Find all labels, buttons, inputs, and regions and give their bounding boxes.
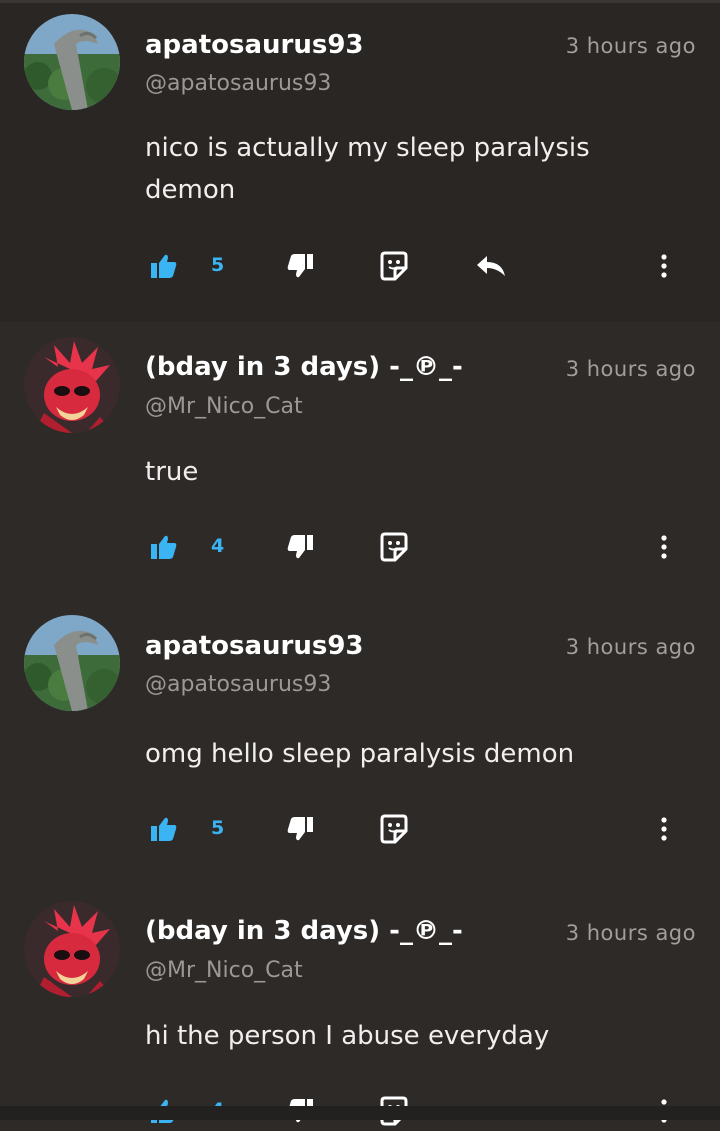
dinosaur-avatar-image xyxy=(24,14,120,110)
more-options-button[interactable] xyxy=(652,809,676,849)
user-handle[interactable]: @apatosaurus93 xyxy=(145,71,331,96)
dislike-button[interactable] xyxy=(282,527,318,567)
more-vertical-icon xyxy=(661,254,667,278)
more-options-button[interactable] xyxy=(652,527,676,567)
bottom-edge xyxy=(0,1106,720,1120)
avatar[interactable] xyxy=(24,14,120,110)
thumbs-down-icon xyxy=(287,254,313,278)
sticker-button[interactable] xyxy=(376,527,412,567)
username[interactable]: (bday in 3 days) -_℗_- xyxy=(145,352,463,382)
reply-icon xyxy=(477,256,505,276)
thumbs-down-icon xyxy=(287,817,313,841)
username[interactable]: apatosaurus93 xyxy=(145,30,364,60)
like-button[interactable] xyxy=(146,246,182,286)
thumbs-up-icon xyxy=(151,535,177,559)
timestamp: 3 hours ago xyxy=(565,357,696,381)
comment-actions: 5 xyxy=(0,246,720,286)
like-count: 4 xyxy=(211,535,225,557)
red-character-avatar-image xyxy=(24,901,120,997)
avatar[interactable] xyxy=(24,337,120,433)
thumbs-up-icon xyxy=(151,817,177,841)
thumbs-down-icon xyxy=(287,535,313,559)
sticker-icon xyxy=(380,532,408,562)
dislike-button[interactable] xyxy=(282,246,318,286)
timestamp: 3 hours ago xyxy=(565,635,696,659)
username[interactable]: apatosaurus93 xyxy=(145,631,364,661)
comment-actions: 4 xyxy=(0,527,720,567)
comment-item: (bday in 3 days) -_℗_- @Mr_Nico_Cat 3 ho… xyxy=(0,322,720,604)
comment-item: apatosaurus93 @apatosaurus93 3 hours ago… xyxy=(0,3,720,322)
user-handle[interactable]: @Mr_Nico_Cat xyxy=(145,958,303,983)
comment-text: omg hello sleep paralysis demon xyxy=(145,739,575,769)
comment-actions: 5 xyxy=(0,809,720,849)
avatar[interactable] xyxy=(24,901,120,997)
like-count: 5 xyxy=(211,817,225,839)
sticker-button[interactable] xyxy=(376,246,412,286)
like-button[interactable] xyxy=(146,527,182,567)
comment-text: true xyxy=(145,457,199,487)
timestamp: 3 hours ago xyxy=(565,921,696,945)
sticker-icon xyxy=(380,251,408,281)
comment-text: nico is actually my sleep paralysis demo… xyxy=(145,133,590,205)
more-vertical-icon xyxy=(661,535,667,559)
like-count: 5 xyxy=(211,254,225,276)
comment-item: apatosaurus93 @apatosaurus93 3 hours ago… xyxy=(0,604,720,886)
username[interactable]: (bday in 3 days) -_℗_- xyxy=(145,916,463,946)
red-character-avatar-image xyxy=(24,337,120,433)
more-options-button[interactable] xyxy=(652,246,676,286)
dinosaur-avatar-image xyxy=(24,615,120,711)
user-handle[interactable]: @Mr_Nico_Cat xyxy=(145,394,303,419)
avatar[interactable] xyxy=(24,615,120,711)
comment-text: hi the person I abuse everyday xyxy=(145,1021,550,1051)
like-button[interactable] xyxy=(146,809,182,849)
dislike-button[interactable] xyxy=(282,809,318,849)
thumbs-up-icon xyxy=(151,254,177,278)
comment-item: (bday in 3 days) -_℗_- @Mr_Nico_Cat 3 ho… xyxy=(0,886,720,1126)
sticker-icon xyxy=(380,814,408,844)
sticker-button[interactable] xyxy=(376,809,412,849)
timestamp: 3 hours ago xyxy=(565,34,696,58)
user-handle[interactable]: @apatosaurus93 xyxy=(145,672,331,697)
more-vertical-icon xyxy=(661,817,667,841)
reply-button[interactable] xyxy=(471,246,511,286)
